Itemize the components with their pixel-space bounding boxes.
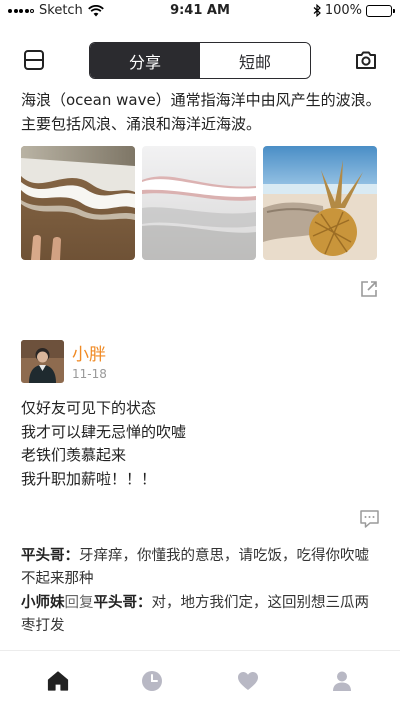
tab-bar bbox=[0, 650, 400, 711]
moment-line: 我升职加薪啦！！！ bbox=[21, 469, 157, 488]
segment-control: 分享 短邮 bbox=[89, 42, 311, 79]
reply-label: 回复 bbox=[64, 595, 94, 611]
author-name[interactable]: 小胖 bbox=[72, 340, 106, 365]
comment-item[interactable]: 小师妹回复平头哥：对，地方我们定，这回别想三瓜两枣打发 bbox=[21, 592, 379, 637]
camera-icon[interactable] bbox=[354, 48, 378, 72]
moment-line: 仅好友可见下的状态 bbox=[21, 399, 157, 417]
clock-icon[interactable] bbox=[140, 669, 164, 693]
wave-shore-photo[interactable] bbox=[142, 146, 256, 260]
top-nav: 分享 短邮 bbox=[0, 40, 400, 80]
beach-foam-photo[interactable] bbox=[21, 146, 135, 260]
moment-line: 老铁们羡慕起来 bbox=[21, 446, 127, 464]
photo-grid bbox=[21, 146, 379, 260]
user-icon[interactable] bbox=[330, 669, 354, 693]
status-bar: Sketch 9:41 AM 100% bbox=[0, 0, 400, 22]
share-icon[interactable] bbox=[359, 279, 379, 299]
tab-share[interactable]: 分享 bbox=[90, 43, 200, 78]
scan-icon[interactable] bbox=[22, 48, 46, 72]
battery-percent: 100% bbox=[324, 3, 362, 18]
pineapple-beach-photo[interactable] bbox=[263, 146, 377, 260]
reply-target[interactable]: 平头哥： bbox=[94, 595, 152, 611]
moment-text: 仅好友可见下的状态 我才可以肆无忌惮的吹嘘 老铁们羡慕起来 我升职加薪啦！！！ bbox=[21, 397, 186, 491]
post-date: 11-18 bbox=[72, 367, 107, 381]
home-icon[interactable] bbox=[46, 669, 70, 693]
status-right: 100% bbox=[313, 3, 395, 18]
avatar[interactable] bbox=[21, 340, 64, 383]
moment-line: 我才可以肆无忌惮的吹嘘 bbox=[21, 422, 187, 441]
post-text: 海浪（ocean wave）通常指海洋中由风产生的波浪。主要包括风浪、涌浪和海洋… bbox=[21, 91, 381, 133]
comment-author[interactable]: 小师妹 bbox=[21, 595, 65, 611]
comment-icon[interactable] bbox=[359, 509, 380, 529]
comment-item[interactable]: 平头哥：牙痒痒，你懂我的意思，请吃饭，吃得你吹嘘不起来那种 bbox=[21, 545, 379, 590]
comment-list: 平头哥：牙痒痒，你懂我的意思，请吃饭，吃得你吹嘘不起来那种 小师妹回复平头哥：对… bbox=[21, 545, 379, 639]
battery-icon bbox=[366, 4, 395, 17]
heart-icon[interactable] bbox=[236, 669, 260, 693]
comment-author[interactable]: 平头哥： bbox=[21, 548, 79, 564]
bluetooth-icon bbox=[313, 4, 321, 17]
tab-short-mail[interactable]: 短邮 bbox=[200, 43, 310, 78]
